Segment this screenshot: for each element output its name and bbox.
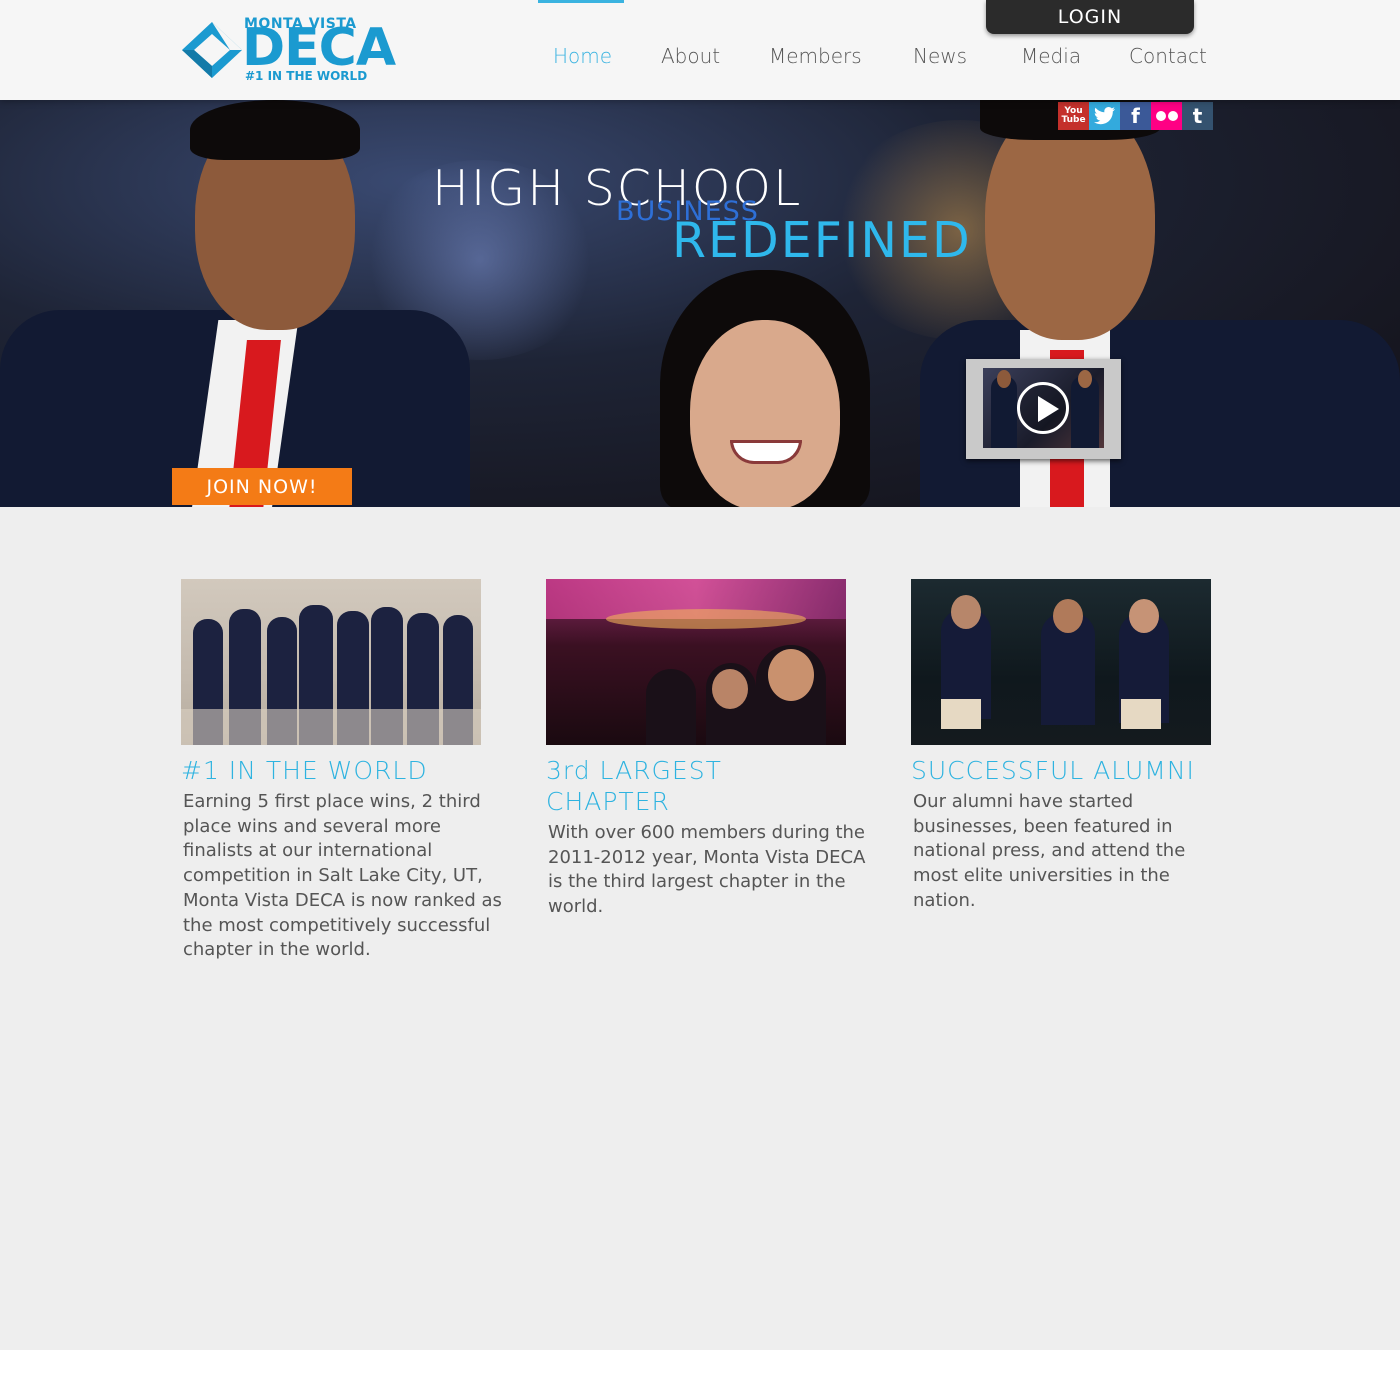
nav-members[interactable]: Members: [769, 44, 862, 68]
facebook-icon[interactable]: f: [1120, 102, 1151, 130]
nav-news[interactable]: News: [913, 44, 967, 68]
hero-banner: You Tube f t HIGH SCHOOL BUSINESS REDEFIN…: [0, 100, 1400, 507]
main-nav: Home About Members News Media Contact: [0, 0, 1400, 74]
video-preview-image: [983, 368, 1104, 448]
social-links: You Tube f t: [1058, 102, 1213, 130]
hero-headline-line3: REDEFINED: [672, 212, 972, 269]
active-nav-indicator: [538, 0, 624, 3]
features-section: #1 IN THE WORLD Earning 5 first place wi…: [0, 507, 1400, 1350]
alumni-photo: [911, 579, 1211, 745]
nav-about[interactable]: About: [661, 44, 720, 68]
nav-contact[interactable]: Contact: [1129, 44, 1207, 68]
login-button[interactable]: LOGIN: [986, 0, 1194, 34]
hero-person-middle: [620, 270, 920, 507]
feature-text: Earning 5 first place wins, 2 third plac…: [183, 791, 502, 961]
nav-home[interactable]: Home: [553, 44, 612, 68]
feature-card-world: #1 IN THE WORLD Earning 5 first place wi…: [181, 579, 511, 963]
join-now-button[interactable]: JOIN NOW!: [172, 468, 352, 505]
feature-text: Our alumni have started businesses, been…: [913, 791, 1186, 911]
feature-card-chapter: 3rd LARGEST CHAPTER With over 600 member…: [546, 579, 876, 920]
nav-media[interactable]: Media: [1021, 44, 1081, 68]
feature-text: With over 600 members during the 2011-20…: [548, 822, 866, 918]
conference-photo: [546, 579, 846, 745]
feature-title: 3rd LARGEST CHAPTER: [546, 756, 722, 816]
video-thumbnail[interactable]: [966, 359, 1121, 459]
tumblr-icon[interactable]: t: [1182, 102, 1213, 130]
feature-title: #1 IN THE WORLD: [181, 756, 428, 785]
twitter-icon[interactable]: [1089, 102, 1120, 130]
play-icon[interactable]: [1017, 382, 1069, 434]
feature-title: SUCCESSFUL ALUMNI: [911, 756, 1195, 785]
hero-person-right: [880, 100, 1400, 507]
youtube-icon[interactable]: You Tube: [1058, 102, 1089, 130]
team-photo: [181, 579, 481, 745]
flickr-icon[interactable]: [1151, 102, 1182, 130]
feature-card-alumni: SUCCESSFUL ALUMNI Our alumni have starte…: [911, 579, 1241, 914]
